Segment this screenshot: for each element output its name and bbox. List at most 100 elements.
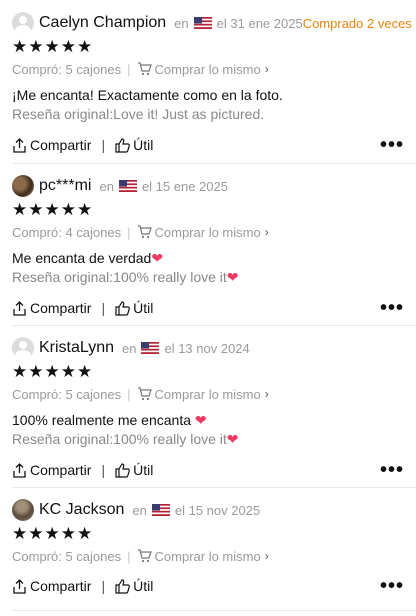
more-options-icon[interactable]: ••• (380, 135, 404, 155)
review-text: ¡Me encanta! Exactamente como en la foto… (12, 86, 404, 105)
divider (12, 487, 416, 488)
review-header: KristaLynn en el 13 nov 2024 (12, 335, 404, 361)
useful-label: Útil (133, 137, 154, 153)
country-prefix: en (132, 502, 147, 518)
review-actions: Compartir | Útil ••• (12, 457, 404, 483)
thumbs-up-icon (115, 300, 130, 316)
original-review-text: Reseña original:100% really love it❤ (12, 268, 404, 287)
meta-separator: | (127, 61, 131, 77)
useful-label: Útil (133, 300, 154, 316)
more-options-icon[interactable]: ••• (380, 460, 404, 480)
chevron-right-icon: › (264, 387, 269, 401)
avatar[interactable] (12, 12, 34, 34)
buy-same-link[interactable]: Comprar lo mismo (155, 225, 261, 240)
us-flag-icon (118, 180, 137, 192)
more-options-icon[interactable]: ••• (380, 298, 404, 318)
share-label: Compartir (30, 300, 92, 316)
review-item: Caelyn Champion en el 31 ene 2025 Compra… (0, 10, 416, 158)
original-review-text: Reseña original:100% really love it❤ (12, 430, 404, 449)
review-date: el 15 ene 2025 (141, 178, 228, 194)
useful-button[interactable]: Útil (115, 137, 153, 153)
chevron-right-icon: › (264, 549, 269, 563)
share-icon (13, 137, 26, 153)
thumbs-up-icon (115, 578, 130, 594)
share-button[interactable]: Compartir (12, 462, 91, 478)
review-actions: Compartir | Útil ••• (12, 573, 404, 599)
reviewer-name[interactable]: pc***mi (39, 177, 91, 195)
useful-button[interactable]: Útil (115, 300, 153, 316)
purchased-variant: Compró: 5 cajones (12, 548, 122, 564)
original-review-content: Reseña original:100% really love it (12, 431, 227, 447)
buy-same-link[interactable]: Comprar lo mismo (155, 387, 261, 402)
purchase-meta: Compró: 5 cajones | Comprar lo mismo › (12, 383, 404, 405)
thumbs-up-icon (115, 462, 130, 478)
chevron-right-icon: › (264, 225, 269, 239)
review-date: el 15 nov 2025 (174, 502, 261, 518)
share-button[interactable]: Compartir (12, 137, 91, 153)
cart-icon (137, 225, 152, 239)
heart-emoji: ❤ (194, 412, 207, 428)
useful-label: Útil (133, 462, 154, 478)
share-label: Compartir (30, 578, 92, 594)
heart-emoji: ❤ (151, 250, 164, 266)
meta-separator: | (127, 224, 131, 240)
heart-emoji: ❤ (226, 269, 239, 285)
purchased-variant: Compró: 4 cajones (12, 224, 122, 240)
avatar[interactable] (12, 337, 34, 359)
country-prefix: en (174, 15, 189, 31)
purchased-variant: Compró: 5 cajones (12, 386, 122, 402)
original-review-content: Reseña original:100% really love it (12, 269, 227, 285)
purchased-variant: Compró: 5 cajones (12, 61, 122, 77)
avatar[interactable] (12, 175, 34, 197)
star-rating: ★★★★★ (12, 362, 94, 381)
us-flag-icon (151, 504, 170, 516)
review-item: pc***mi en el 15 ene 2025 ★★★★★ Compró: … (0, 173, 416, 321)
review-item: KristaLynn en el 13 nov 2024 ★★★★★ Compr… (0, 335, 416, 483)
divider (12, 325, 416, 326)
cart-icon (137, 549, 152, 563)
buy-same-link[interactable]: Comprar lo mismo (155, 62, 261, 77)
share-icon (13, 462, 26, 478)
review-actions: Compartir | Útil ••• (12, 132, 404, 158)
review-header: KC Jackson en el 15 nov 2025 (12, 497, 404, 523)
action-separator: | (101, 300, 106, 316)
reviewer-name[interactable]: KristaLynn (39, 339, 114, 357)
purchase-meta: Compró: 4 cajones | Comprar lo mismo › (12, 221, 404, 243)
review-header: Caelyn Champion en el 31 ene 2025 Compra… (12, 10, 412, 36)
more-options-icon[interactable]: ••• (380, 576, 404, 596)
meta-separator: | (127, 548, 131, 564)
star-rating: ★★★★★ (12, 37, 94, 56)
action-separator: | (101, 462, 106, 478)
review-text-content: ¡Me encanta! Exactamente como en la foto… (12, 87, 283, 103)
useful-label: Útil (133, 578, 154, 594)
purchase-count-badge: Comprado 2 veces (302, 15, 412, 31)
us-flag-icon (193, 17, 212, 29)
share-button[interactable]: Compartir (12, 300, 91, 316)
review-date: el 13 nov 2024 (164, 340, 250, 356)
us-flag-icon (141, 342, 160, 354)
meta-separator: | (127, 386, 131, 402)
divider (12, 610, 416, 611)
purchase-meta: Compró: 5 cajones | Comprar lo mismo › (12, 58, 404, 80)
share-icon (13, 578, 26, 594)
review-text-content: 100% realmente me encanta (12, 412, 195, 428)
country-prefix: en (122, 340, 137, 356)
avatar[interactable] (12, 499, 34, 521)
share-button[interactable]: Compartir (12, 578, 91, 594)
share-label: Compartir (30, 462, 92, 478)
country-prefix: en (99, 178, 114, 194)
reviewer-name[interactable]: KC Jackson (39, 501, 124, 519)
useful-button[interactable]: Útil (115, 578, 153, 594)
chevron-right-icon: › (264, 62, 269, 76)
reviewer-name[interactable]: Caelyn Champion (39, 14, 166, 32)
review-actions: Compartir | Útil ••• (12, 295, 404, 321)
review-header: pc***mi en el 15 ene 2025 (12, 173, 404, 199)
useful-button[interactable]: Útil (115, 462, 153, 478)
cart-icon (137, 62, 152, 76)
buy-same-link[interactable]: Comprar lo mismo (155, 549, 261, 564)
star-rating: ★★★★★ (12, 200, 94, 219)
review-text: Me encanta de verdad❤ (12, 249, 404, 268)
cart-icon (137, 387, 152, 401)
thumbs-up-icon (115, 137, 130, 153)
heart-emoji: ❤ (226, 431, 239, 447)
